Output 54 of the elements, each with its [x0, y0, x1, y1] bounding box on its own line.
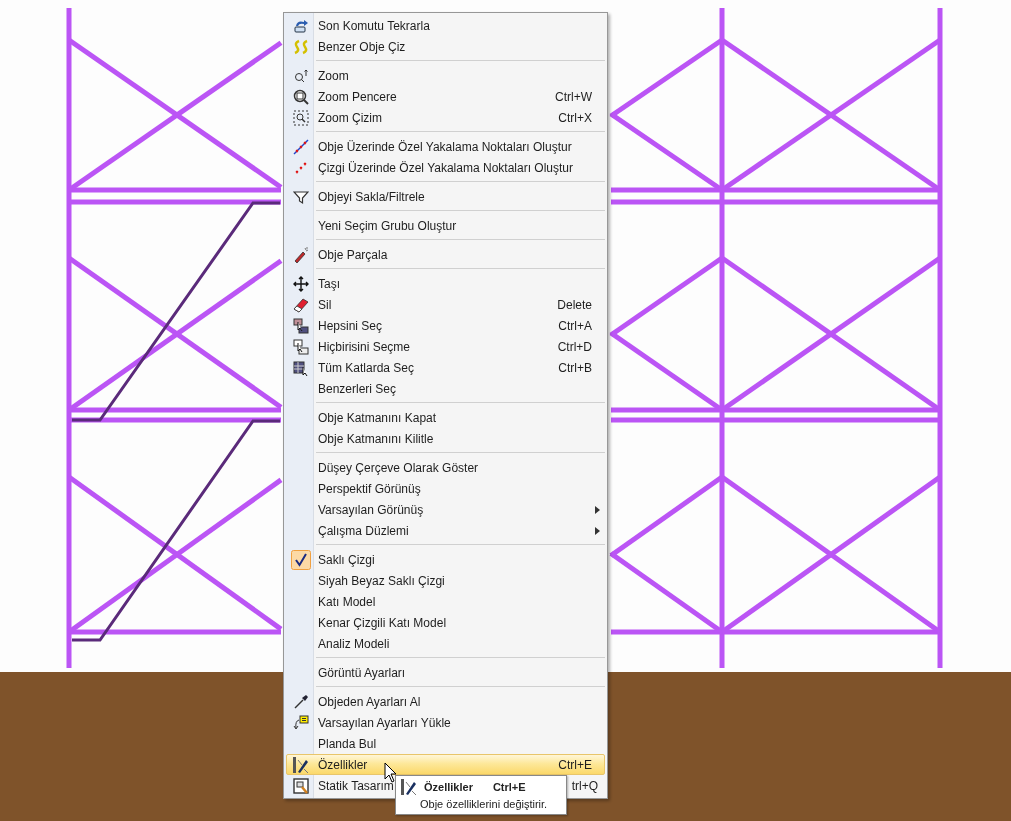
- menu-item[interactable]: Kenar Çizgili Katı Model: [286, 612, 605, 633]
- tooltip-description: Obje özelliklerini değiştirir.: [420, 797, 548, 811]
- menu-item[interactable]: Obje Katmanını Kapat: [286, 407, 605, 428]
- menu-item[interactable]: Planda Bul: [286, 733, 605, 754]
- menu-item[interactable]: Katı Model: [286, 591, 605, 612]
- menu-item[interactable]: Sil Delete: [286, 294, 605, 315]
- menu-item[interactable]: Zoom: [286, 65, 605, 86]
- properties-icon: [292, 755, 310, 774]
- menu-item[interactable]: Taşı: [286, 273, 605, 294]
- menu-item[interactable]: Özellikler Ctrl+E: [286, 754, 605, 775]
- menu-item[interactable]: Analiz Modeli: [286, 633, 605, 654]
- menu-item[interactable]: Tüm Katlarda Seç Ctrl+B: [286, 357, 605, 378]
- menu-item[interactable]: Görüntü Ayarları: [286, 662, 605, 683]
- menu-item[interactable]: Objeyi Sakla/Filtrele: [286, 186, 605, 207]
- menu-item[interactable]: Obje Katmanını Kilitle: [286, 428, 605, 449]
- menu-item[interactable]: Obje Parçala: [286, 244, 605, 265]
- properties-icon: [400, 778, 418, 796]
- menu-item[interactable]: Düşey Çerçeve Olarak Göster: [286, 457, 605, 478]
- menu-item[interactable]: Benzer Obje Çiz: [286, 36, 605, 57]
- menu-item[interactable]: Çizgi Üzerinde Özel Yakalama Noktaları Oluştur: [286, 157, 605, 178]
- load-settings-icon: [293, 714, 309, 731]
- menu-item[interactable]: Obje Üzerinde Özel Yakalama Noktaları Oluştur: [286, 136, 605, 157]
- magnifier-icon: [293, 109, 309, 126]
- menu-item[interactable]: Yeni Seçim Grubu Oluştur: [286, 215, 605, 236]
- select-icon: [293, 338, 309, 355]
- tooltip-shortcut: Ctrl+E: [492, 780, 526, 794]
- magnifier-icon: [293, 88, 309, 105]
- menu-item[interactable]: Benzerleri Seç: [286, 378, 605, 399]
- move-icon: [293, 275, 309, 292]
- squiggle-icon: [293, 38, 309, 55]
- menu-item[interactable]: Saklı Çizgi: [286, 549, 605, 570]
- menu-item[interactable]: Hepsini Seç Ctrl+A: [286, 315, 605, 336]
- menu-item[interactable]: Varsayılan Görünüş: [286, 499, 605, 520]
- eyedropper-icon: [293, 693, 309, 710]
- magnifier-icon: [293, 67, 309, 84]
- menu-item[interactable]: Son Komutu Tekrarla: [286, 15, 605, 36]
- funnel-icon: [293, 188, 309, 205]
- menu-item[interactable]: Zoom Pencere Ctrl+W: [286, 86, 605, 107]
- menu-item[interactable]: Çalışma Düzlemi: [286, 520, 605, 541]
- curved-arrow-icon: [293, 17, 309, 34]
- line-points-icon: [293, 138, 309, 155]
- select-icon: [293, 359, 309, 376]
- static-design-icon: [293, 777, 309, 794]
- marker-icon: [293, 246, 309, 263]
- menu-item[interactable]: Varsayılan Ayarları Yükle: [286, 712, 605, 733]
- menu-item[interactable]: Zoom Çizim Ctrl+X: [286, 107, 605, 128]
- menu-item[interactable]: Perspektif Görünüş: [286, 478, 605, 499]
- menu-item[interactable]: Hiçbirisini Seçme Ctrl+D: [286, 336, 605, 357]
- eraser-icon: [293, 296, 309, 313]
- menu-item[interactable]: Objeden Ayarları Al: [286, 691, 605, 712]
- select-icon: [293, 317, 309, 334]
- check-box[interactable]: [291, 549, 311, 570]
- tooltip-title: Özellikler: [424, 780, 473, 794]
- menu-item[interactable]: Siyah Beyaz Saklı Çizgi: [286, 570, 605, 591]
